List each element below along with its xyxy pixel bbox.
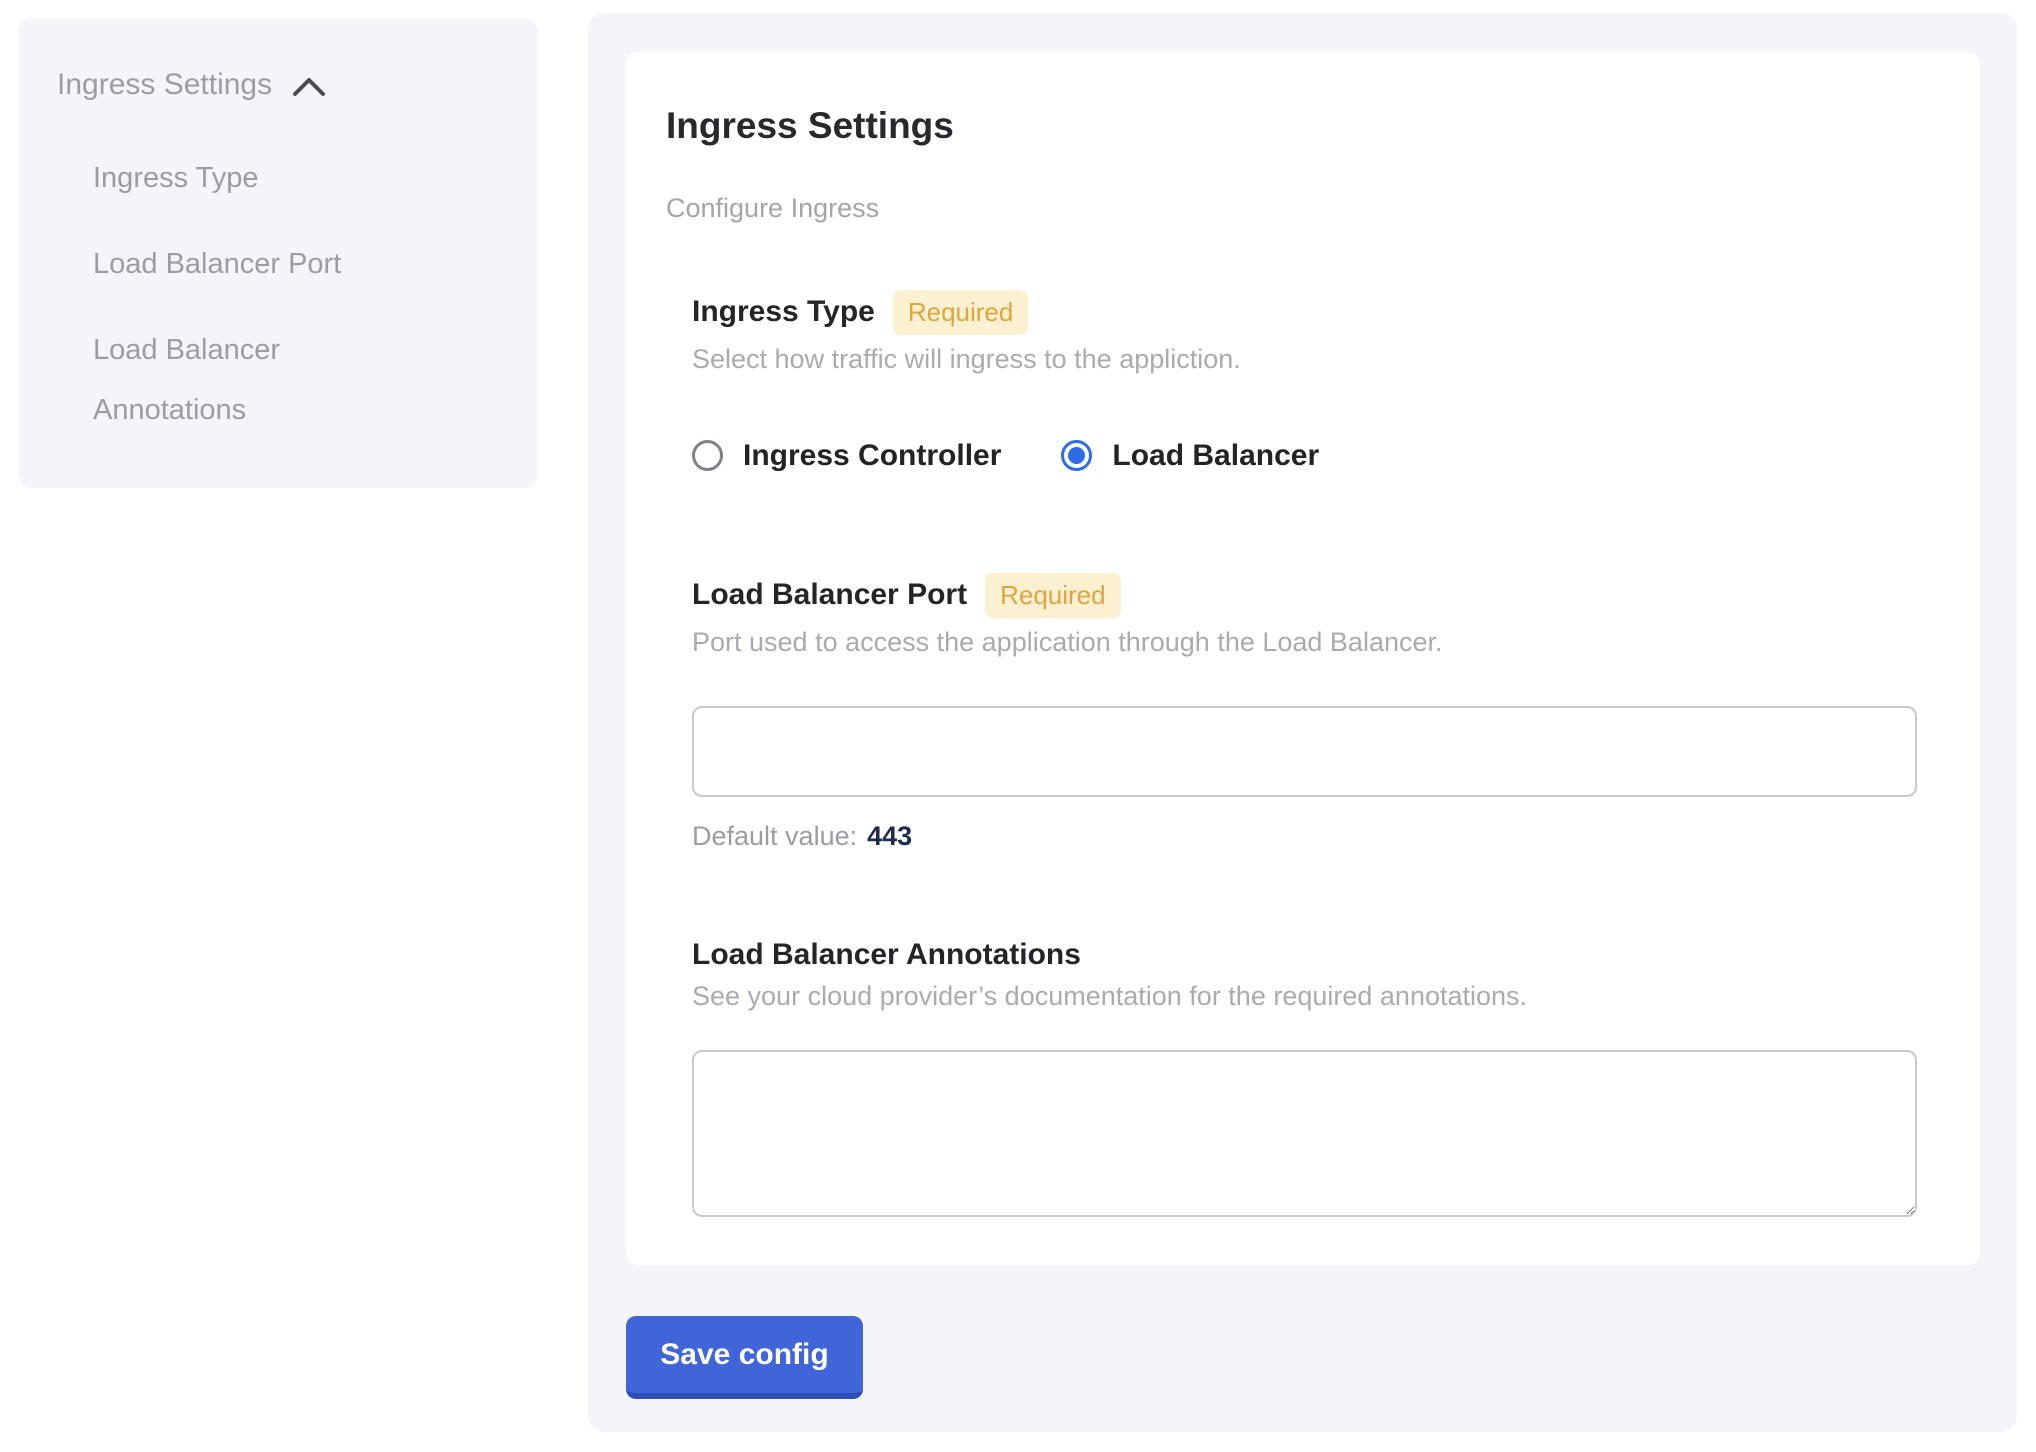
chevron-up-icon[interactable] [292, 72, 326, 98]
section-ingress-type: Ingress Type Required Select how traffic… [692, 290, 1917, 473]
ingress-form: Ingress Type Required Select how traffic… [692, 290, 1917, 1217]
radio-option-ingress-controller[interactable]: Ingress Controller [692, 439, 1001, 473]
load-balancer-annotations-description: See your cloud provider’s documentation … [692, 981, 1917, 1012]
save-config-button[interactable]: Save config [626, 1316, 863, 1399]
load-balancer-port-input[interactable] [692, 706, 1917, 797]
load-balancer-port-label: Load Balancer Port [692, 578, 967, 612]
section-load-balancer-annotations: Load Balancer Annotations See your cloud… [692, 938, 1917, 1217]
radio-label[interactable]: Ingress Controller [743, 439, 1001, 473]
radio-icon[interactable] [692, 440, 723, 471]
default-value-line: Default value: 443 [692, 821, 1917, 852]
page-title: Ingress Settings [666, 106, 1917, 147]
ingress-type-label: Ingress Type [692, 295, 875, 329]
page-subtitle: Configure Ingress [666, 193, 1917, 224]
load-balancer-port-description: Port used to access the application thro… [692, 627, 1917, 658]
ingress-type-description: Select how traffic will ingress to the a… [692, 344, 1917, 375]
sidebar-item-ingress-type[interactable]: Ingress Type [93, 148, 423, 208]
settings-sidebar: Ingress Settings Ingress Type Load Balan… [18, 18, 538, 488]
required-badge: Required [893, 290, 1029, 335]
ingress-type-radio-group: Ingress Controller Load Balancer [692, 439, 1917, 473]
load-balancer-annotations-textarea[interactable] [692, 1050, 1917, 1217]
default-value-label: Default value: [692, 821, 857, 851]
required-badge: Required [985, 573, 1121, 618]
section-load-balancer-port: Load Balancer Port Required Port used to… [692, 573, 1917, 852]
radio-option-load-balancer[interactable]: Load Balancer [1061, 439, 1319, 473]
ingress-settings-panel: Ingress Settings Configure Ingress Ingre… [588, 13, 2017, 1432]
ingress-settings-card: Ingress Settings Configure Ingress Ingre… [626, 52, 1980, 1265]
sidebar-item-list: Ingress Type Load Balancer Port Load Bal… [93, 148, 508, 440]
sidebar-section-label: Ingress Settings [57, 68, 272, 102]
load-balancer-annotations-label: Load Balancer Annotations [692, 938, 1081, 972]
sidebar-item-load-balancer-annotations[interactable]: Load Balancer Annotations [93, 320, 423, 440]
radio-icon[interactable] [1061, 440, 1092, 471]
sidebar-item-load-balancer-port[interactable]: Load Balancer Port [93, 234, 423, 294]
sidebar-section-ingress-settings[interactable]: Ingress Settings [57, 68, 508, 102]
default-value: 443 [867, 821, 912, 851]
radio-label[interactable]: Load Balancer [1112, 439, 1319, 473]
